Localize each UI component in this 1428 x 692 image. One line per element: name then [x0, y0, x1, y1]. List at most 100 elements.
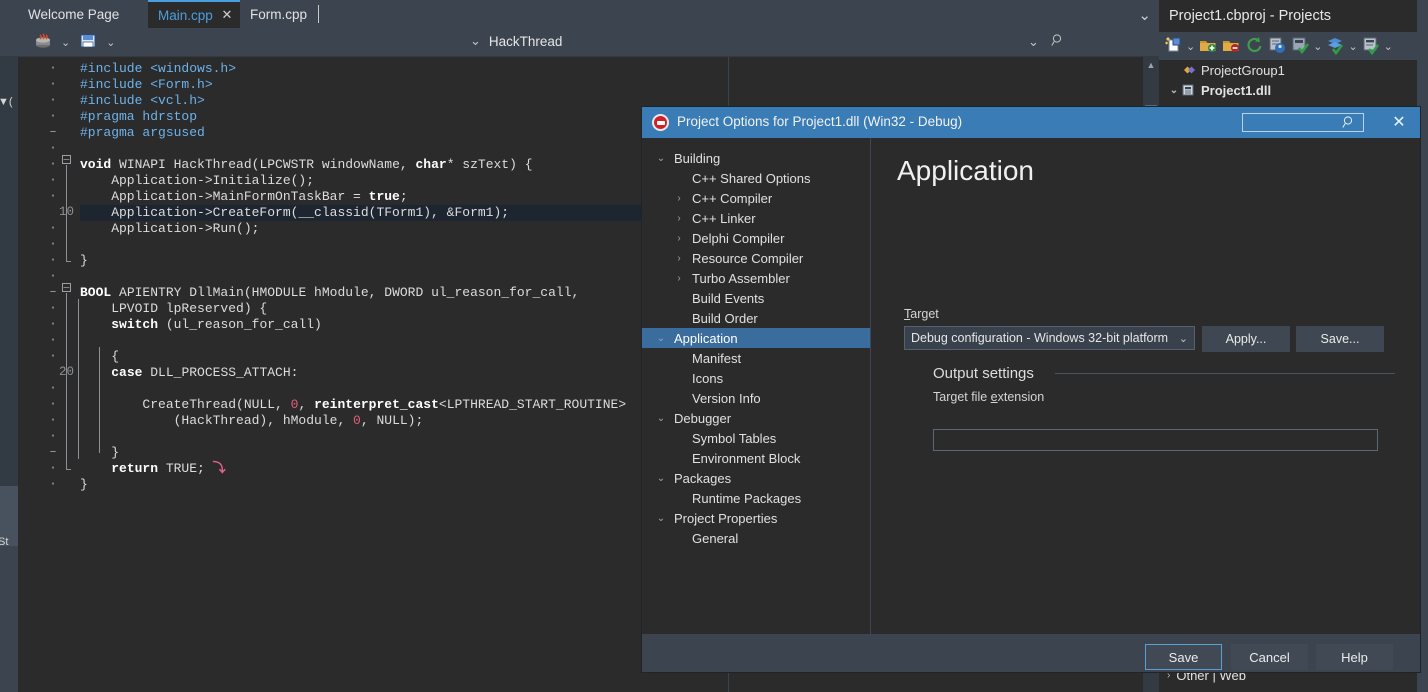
- dialog-tree-item-label: Manifest: [692, 350, 742, 366]
- chevron-down-icon[interactable]: ⌄: [61, 36, 70, 49]
- chevron-down-icon[interactable]: ⌄: [652, 473, 670, 484]
- group-divider: [1055, 373, 1395, 374]
- tab-form-cpp[interactable]: Form.cpp: [240, 0, 322, 28]
- code-token: <windows.h>: [150, 61, 237, 76]
- code-token: #include: [80, 77, 151, 92]
- chevron-down-icon[interactable]: ⌄: [1167, 85, 1181, 96]
- apply-button[interactable]: Apply...: [1202, 326, 1290, 352]
- scroll-up-icon[interactable]: ▲: [1143, 57, 1159, 73]
- add-folder-icon[interactable]: [1198, 35, 1218, 58]
- dialog-tree-item-c-shared-options[interactable]: C++ Shared Options: [642, 168, 870, 188]
- chevron-down-icon[interactable]: ⌄: [1313, 40, 1322, 53]
- dialog-tree-item-build-events[interactable]: Build Events: [642, 288, 870, 308]
- tree-item-projectgroup1[interactable]: ProjectGroup1: [1159, 60, 1428, 80]
- save-button[interactable]: Save: [1145, 644, 1222, 670]
- dialog-tree-item-build-order[interactable]: Build Order: [642, 308, 870, 328]
- cancel-button-label: Cancel: [1249, 649, 1290, 665]
- gutter-line-marker: ·: [49, 301, 57, 315]
- make-icon[interactable]: [1361, 35, 1381, 58]
- gutter-line-marker: ·: [49, 237, 57, 251]
- save-as-button[interactable]: Save...: [1296, 326, 1384, 352]
- fold-toggle-hackthread[interactable]: ─: [62, 155, 71, 164]
- dialog-tree-item-turbo-assembler[interactable]: › Turbo Assembler: [642, 268, 870, 288]
- fold-toggle-dllmain[interactable]: ─: [62, 283, 71, 292]
- target-configuration-select[interactable]: Debug configuration - Windows 32-bit pla…: [904, 326, 1195, 350]
- tab-close-button[interactable]: ✕: [214, 0, 240, 28]
- dialog-tree-item-environment-block[interactable]: Environment Block: [642, 448, 870, 468]
- dialog-tree-item-label: General: [692, 530, 739, 546]
- chevron-down-icon[interactable]: ⌄: [1028, 34, 1039, 50]
- dialog-tree-item-label: C++ Compiler: [692, 190, 773, 206]
- new-item-icon[interactable]: [1163, 35, 1183, 58]
- compile-check-icon[interactable]: [1290, 35, 1310, 58]
- chevron-right-icon[interactable]: ›: [670, 233, 688, 244]
- chevron-down-icon[interactable]: ⌄: [1186, 40, 1195, 53]
- chevron-down-icon[interactable]: ⌄: [1384, 40, 1393, 53]
- dialog-tree-item-packages[interactable]: ⌄ Packages: [642, 468, 870, 488]
- code-token: }: [80, 253, 88, 268]
- dialog-options-tree[interactable]: ⌄ Building C++ Shared Options › C++ Compiler…: [642, 138, 871, 634]
- tab-caret-marker: [318, 5, 319, 23]
- dialog-tree-item-label: Debugger: [674, 410, 732, 426]
- refresh-icon[interactable]: [1244, 35, 1264, 58]
- dialog-title-bar[interactable]: Project Options for Project1.dll (Win32 …: [642, 107, 1420, 138]
- code-token: , NULL);: [360, 413, 424, 428]
- target-label: Target: [904, 307, 939, 321]
- dialog-tree-item-project-properties[interactable]: ⌄ Project Properties: [642, 508, 870, 528]
- chevron-down-icon[interactable]: ⌄: [470, 33, 481, 49]
- dialog-tree-item-icons[interactable]: Icons: [642, 368, 870, 388]
- dialog-tree-item-application[interactable]: ⌄ Application: [642, 328, 870, 348]
- chevron-right-icon[interactable]: ›: [670, 273, 688, 284]
- dialog-tree-item-building[interactable]: ⌄ Building: [642, 148, 870, 168]
- code-line: Application->Run();: [80, 221, 259, 237]
- left-strip-fragment-top: ▼(: [0, 96, 13, 108]
- gutter-line-marker: ·: [49, 461, 57, 475]
- code-token: DLL_PROCESS_ATTACH:: [142, 365, 299, 380]
- tab-label: Main.cpp: [158, 7, 213, 23]
- gutter-line-marker: ·: [49, 109, 57, 123]
- dialog-tree-item-runtime-packages[interactable]: Runtime Packages: [642, 488, 870, 508]
- dialog-tree-item-version-info[interactable]: Version Info: [642, 388, 870, 408]
- tab-welcome-page[interactable]: Welcome Page: [18, 0, 148, 28]
- debug-coffee-icon[interactable]: [34, 32, 52, 53]
- gutter-line-marker: ·: [49, 93, 57, 107]
- chevron-down-icon[interactable]: ⌄: [652, 513, 670, 524]
- target-file-extension-input[interactable]: [933, 429, 1378, 451]
- help-button[interactable]: Help: [1316, 644, 1393, 670]
- chevron-down-icon[interactable]: ⌄: [106, 36, 115, 49]
- dialog-tree-item-debugger[interactable]: ⌄ Debugger: [642, 408, 870, 428]
- dialog-tree-item-label: Project Properties: [674, 510, 778, 526]
- remove-folder-icon[interactable]: [1221, 35, 1241, 58]
- chevron-right-icon[interactable]: ›: [670, 213, 688, 224]
- chevron-down-icon[interactable]: ⌄: [1138, 6, 1151, 24]
- dialog-tree-item-label: Icons: [692, 370, 724, 386]
- dialog-tree-item-c-compiler[interactable]: › C++ Compiler: [642, 188, 870, 208]
- chevron-down-icon[interactable]: ⌄: [652, 333, 670, 344]
- chevron-right-icon[interactable]: ›: [670, 253, 688, 264]
- dialog-tree-item-general[interactable]: General: [642, 528, 870, 548]
- tree-item-project1-dll[interactable]: ⌄ Project1.dll: [1159, 80, 1428, 100]
- dialog-tree-item-manifest[interactable]: Manifest: [642, 348, 870, 368]
- chevron-right-icon[interactable]: ›: [670, 193, 688, 204]
- dialog-tree-item-delphi-compiler[interactable]: › Delphi Compiler: [642, 228, 870, 248]
- gutter-line-marker: ·: [49, 397, 57, 411]
- chevron-down-icon[interactable]: ⌄: [1348, 40, 1357, 53]
- dialog-tree-item-label: Resource Compiler: [692, 250, 804, 266]
- save-icon[interactable]: [79, 32, 97, 53]
- project-tree[interactable]: ProjectGroup1 ⌄ Project1.dll: [1159, 60, 1428, 100]
- code-line: #pragma argsused: [80, 125, 205, 141]
- cancel-button[interactable]: Cancel: [1231, 644, 1308, 670]
- search-icon[interactable]: [1051, 33, 1065, 50]
- chevron-down-icon[interactable]: ⌄: [652, 413, 670, 424]
- dialog-tree-item-c-linker[interactable]: › C++ Linker: [642, 208, 870, 228]
- dialog-tree-item-resource-compiler[interactable]: › Resource Compiler: [642, 248, 870, 268]
- chevron-down-icon[interactable]: ⌄: [652, 153, 670, 164]
- editor-toolbar: ⌄ ⌄ ⌄ HackThread ⌄: [18, 28, 1159, 57]
- close-icon[interactable]: ✕: [1386, 112, 1412, 133]
- build-icon[interactable]: [1267, 35, 1287, 58]
- build-all-icon[interactable]: [1325, 35, 1345, 58]
- search-icon[interactable]: [1342, 115, 1356, 132]
- dialog-tree-item-symbol-tables[interactable]: Symbol Tables: [642, 428, 870, 448]
